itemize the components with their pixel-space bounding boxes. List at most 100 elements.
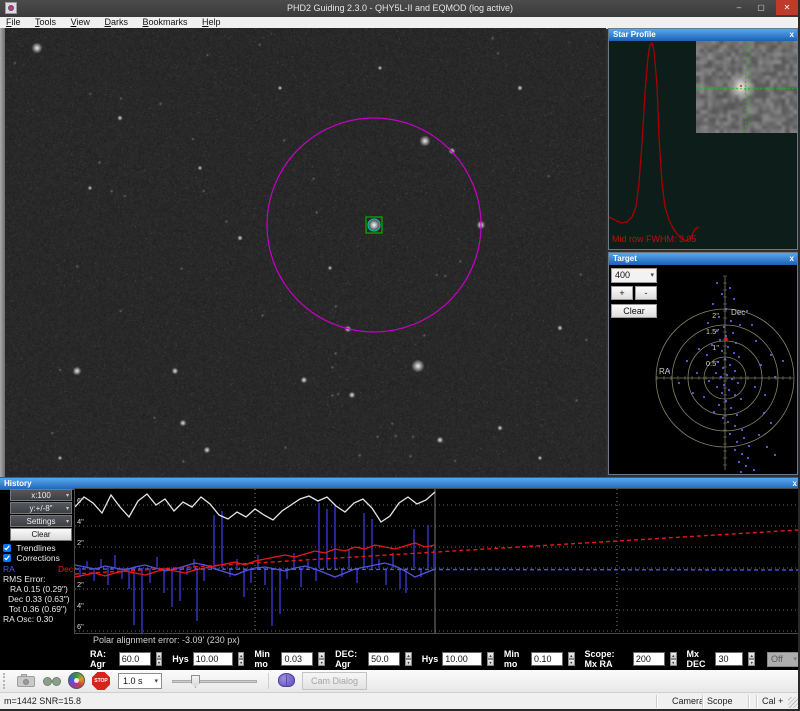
trendlines-checkbox-row[interactable]: Trendlines: [3, 544, 56, 553]
history-panel: History x x:100▾ y:+/-8"▾ Settings▾ Clea…: [0, 477, 800, 647]
target-zoom-out-button[interactable]: -: [635, 286, 657, 300]
screen-stretch-slider[interactable]: [172, 680, 257, 683]
window-title: PHD2 Guiding 2.3.0 - QHY5L-II and EQMOD …: [0, 3, 800, 13]
dec-minmove-stepper[interactable]: ▴▾: [568, 652, 575, 666]
target-clear-button[interactable]: Clear: [611, 304, 657, 318]
ra-hys-label: Hys: [172, 654, 189, 664]
chevron-down-icon: ▾: [66, 491, 69, 502]
ra-minmove-stepper[interactable]: ▴▾: [318, 652, 325, 666]
target-panel: Target x 0.5"1"1.5"2"RADec 400 ▾ + - Cle…: [608, 252, 798, 475]
max-dec-duration-field[interactable]: [715, 652, 743, 666]
chevron-down-icon: ▾: [650, 269, 654, 282]
history-clear-button[interactable]: Clear: [10, 528, 72, 541]
dec-guide-mode-select[interactable]: Off ▾: [767, 652, 800, 667]
advanced-settings-brain-button[interactable]: [278, 673, 295, 687]
menu-tools[interactable]: Tools: [29, 17, 62, 28]
dec-hys-label: Hys: [422, 654, 439, 664]
dec-guide-mode-value: Off: [771, 654, 783, 664]
target-close-icon[interactable]: x: [790, 253, 794, 265]
scope-status: Scope: [707, 696, 733, 707]
target-zoom-in-button[interactable]: +: [611, 286, 633, 300]
target-title: Target: [613, 254, 637, 263]
chevron-down-icon: ▾: [66, 504, 69, 515]
svg-text:6": 6": [77, 496, 84, 505]
chevron-down-icon: ▾: [154, 675, 158, 689]
maximize-button[interactable]: ▢: [750, 0, 772, 15]
star-mass-snr-readout: m=1442 SNR=15.8: [4, 696, 81, 707]
history-yscale-value: y:+/-8": [29, 504, 52, 513]
svg-text:2": 2": [712, 311, 719, 320]
max-dec-stepper[interactable]: ▴▾: [748, 652, 755, 666]
minimize-button[interactable]: –: [728, 0, 750, 15]
polar-alignment-readout: Polar alignment error: -3.09' (230 px): [93, 635, 240, 645]
ra-series-label: RA: [3, 564, 15, 574]
dec-hysteresis-stepper[interactable]: ▴▾: [487, 652, 494, 666]
exposure-duration-select[interactable]: 1.0 s ▾: [118, 673, 162, 689]
max-ra-duration-field[interactable]: [633, 652, 665, 666]
chevron-down-icon: ▾: [66, 517, 69, 528]
ra-aggression-stepper[interactable]: ▴▾: [156, 652, 163, 666]
svg-text:4": 4": [77, 517, 84, 526]
start-guiding-button[interactable]: [68, 672, 85, 689]
rms-tot: Tot 0.36 (0.69"): [9, 604, 67, 614]
trendlines-checkbox[interactable]: [3, 544, 11, 552]
calibration-status: Cal +: [762, 696, 783, 707]
ra-hysteresis-field[interactable]: [193, 652, 233, 666]
rms-dec: Dec 0.33 (0.63"): [8, 594, 70, 604]
status-bar: m=1442 SNR=15.8 Camera Scope Cal +: [0, 692, 800, 710]
title-bar[interactable]: PHD2 Guiding 2.3.0 - QHY5L-II and EQMOD …: [0, 0, 800, 17]
history-yscale-select[interactable]: y:+/-8" ▾: [10, 502, 72, 514]
svg-text:0.5": 0.5": [706, 359, 719, 368]
star-profile-title: Star Profile: [613, 30, 656, 39]
history-settings-select[interactable]: Settings▾: [10, 515, 72, 527]
ra-minmo-label: Min mo: [254, 649, 277, 669]
loop-icon: [43, 677, 52, 686]
dec-minmove-field[interactable]: [531, 652, 563, 666]
menu-file[interactable]: File: [0, 17, 27, 28]
menu-help[interactable]: Help: [196, 17, 227, 28]
history-xscale-select[interactable]: x:100▾: [10, 489, 72, 501]
slider-thumb[interactable]: [191, 675, 200, 688]
target-range-value: 400: [615, 270, 630, 280]
corrections-checkbox[interactable]: [3, 554, 11, 562]
connect-camera-button[interactable]: [16, 673, 36, 689]
rms-ra: RA 0.15 (0.29"): [10, 584, 68, 594]
cam-dialog-button[interactable]: Cam Dialog: [302, 672, 367, 690]
star-profile-titlebar[interactable]: Star Profile x: [609, 29, 797, 41]
toolbar-separator: [268, 673, 269, 689]
star-profile-close-icon[interactable]: x: [790, 29, 794, 41]
svg-text:4": 4": [77, 601, 84, 610]
menu-darks[interactable]: Darks: [98, 17, 134, 28]
scope-mxra-label: Scope: Mx RA: [585, 649, 629, 669]
corrections-checkbox-row[interactable]: Corrections: [3, 554, 60, 563]
toolbar-grip[interactable]: [3, 673, 8, 689]
stop-button[interactable]: STOP: [92, 672, 110, 690]
star-profile-panel: Star Profile x Mid row FWHM: 3.05: [608, 28, 798, 250]
target-range-select[interactable]: 400 ▾: [611, 268, 657, 283]
target-titlebar[interactable]: Target x: [609, 253, 797, 265]
guide-parameters-bar: RA: Agr ▴▾ Hys ▴▾ Min mo ▴▾ DEC: Agr ▴▾ …: [0, 646, 800, 670]
ra-aggression-field[interactable]: [119, 652, 151, 666]
menu-view[interactable]: View: [65, 17, 96, 28]
svg-text:2": 2": [77, 538, 84, 547]
main-toolbar: STOP 1.0 s ▾ Cam Dialog: [0, 670, 800, 693]
ra-minmove-field[interactable]: [281, 652, 313, 666]
dec-agr-label: DEC: Agr: [335, 649, 364, 669]
ra-osc: RA Osc: 0.30: [3, 614, 53, 624]
phd2-window: PHD2 Guiding 2.3.0 - QHY5L-II and EQMOD …: [0, 0, 800, 711]
close-button[interactable]: ✕: [776, 0, 798, 15]
dec-series-label: Dec: [58, 564, 73, 574]
trendlines-label: Trendlines: [16, 543, 55, 553]
ra-hysteresis-stepper[interactable]: ▴▾: [238, 652, 245, 666]
resize-grip[interactable]: [788, 697, 799, 708]
dec-aggression-stepper[interactable]: ▴▾: [405, 652, 412, 666]
loop-exposures-button[interactable]: [42, 673, 64, 689]
dec-hysteresis-field[interactable]: [442, 652, 482, 666]
dec-aggression-field[interactable]: [368, 652, 400, 666]
menu-bookmarks[interactable]: Bookmarks: [136, 17, 193, 28]
guide-camera-image[interactable]: [0, 28, 606, 477]
star-closeup-image: [696, 41, 797, 133]
max-ra-stepper[interactable]: ▴▾: [670, 652, 677, 666]
rms-header: RMS Error:: [3, 574, 46, 584]
corrections-label: Corrections: [16, 553, 59, 563]
